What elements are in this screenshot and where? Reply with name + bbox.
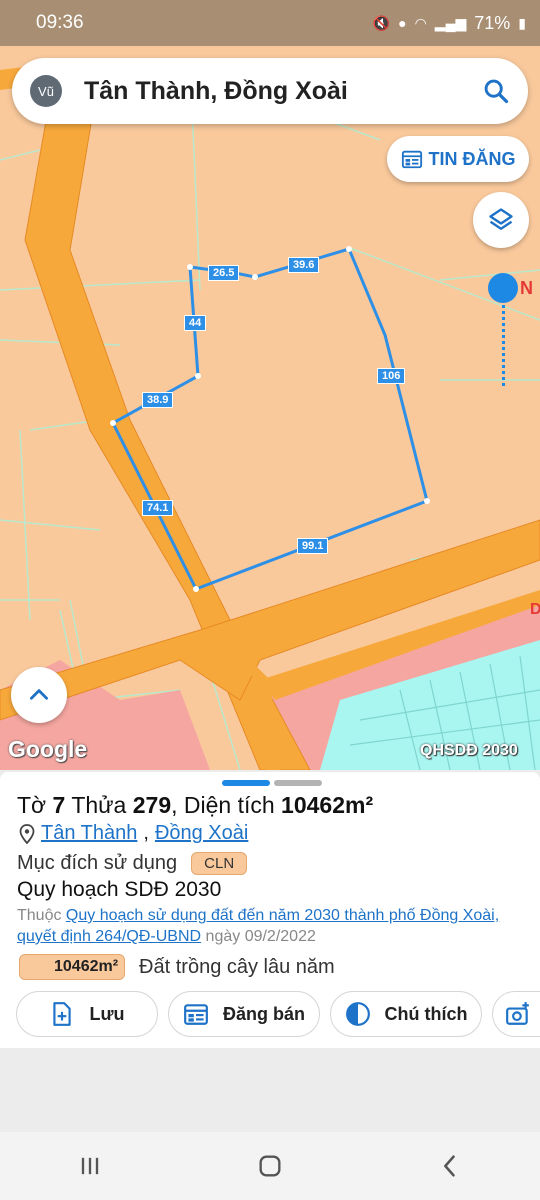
layers-button[interactable] [473,192,529,248]
status-time: 09:36 [36,12,84,33]
compass-north-label: N [520,278,533,298]
home-icon[interactable] [256,1152,284,1180]
area-badge: 10462m² [19,954,126,980]
file-add-icon [53,1002,72,1026]
search-icon[interactable] [482,77,510,105]
svg-text:D: D [530,601,540,618]
mute-icon: 🔇 [372,14,391,31]
edge-label: 99.1 [297,538,329,554]
chevron-up-icon [30,689,48,700]
back-icon[interactable] [436,1152,464,1180]
status-bar: 09:36 🔇 ● ◠ ▂▄▆ 71% ▮ [0,0,540,46]
save-button[interactable]: Lưu [16,991,158,1037]
battery-level: 71% [474,12,511,33]
parcel-info-sheet: Tờ 7 Thửa 279, Diện tích 10462m² Tân Thà… [0,772,540,1048]
city-link[interactable]: Đồng Xoài [155,822,248,845]
parcel-location: Tân Thành, Đồng Xoài [19,822,248,845]
signal-icon: ▂▄▆ [434,14,467,31]
action-bar: Lưu Đăng bán Chú thích [16,991,540,1037]
edge-label: 26.5 [208,265,240,281]
sheet-handle[interactable] [222,780,322,786]
compass-track [502,298,505,386]
layers-icon [489,208,513,230]
edge-label: 39.6 [288,257,320,273]
search-title[interactable]: Tân Thành, Đồng Xoài [84,77,482,106]
edge-label: 38.9 [142,392,174,408]
system-nav-bar [0,1132,540,1200]
calendar-icon [184,1004,208,1025]
edge-label: 106 [377,368,406,384]
post-listing-label: TIN ĐĂNG [428,148,516,169]
add-photo-icon [506,1002,529,1025]
edge-label: 44 [184,315,207,331]
plan-reference: Thuộc Quy hoạch sử dụng đất đến năm 2030… [17,907,500,945]
post-listing-button[interactable]: TIN ĐĂNG [387,136,529,182]
expand-up-button[interactable] [11,667,67,723]
sell-listing-button[interactable]: Đăng bán [168,991,320,1037]
pin-icon [19,823,35,844]
location-icon: ● [398,15,407,31]
parcel-title: Tờ 7 Thửa 279, Diện tích 10462m² [17,792,374,818]
recent-apps-icon[interactable] [76,1152,104,1180]
plan-title: Quy hoạch SDĐ 2030 [17,878,222,901]
ward-link[interactable]: Tân Thành [41,822,137,845]
edge-label: 74.1 [142,500,174,516]
add-photo-button[interactable] [492,991,540,1037]
contrast-icon [345,1002,370,1026]
legend-button[interactable]: Chú thích [330,991,482,1037]
layer-label: QHSDĐ 2030 [420,742,518,759]
battery-icon: ▮ [518,14,526,31]
calendar-icon [401,150,422,169]
area-row: 10462m² Đất trồng cây lâu năm [19,954,335,980]
land-purpose: Mục đích sử dụng CLN [17,852,248,875]
search-bar[interactable]: Vũ Tân Thành, Đồng Xoài [12,58,528,124]
land-type-description: Đất trồng cây lâu năm [139,955,335,978]
wifi-icon: ◠ [414,14,427,31]
google-logo: Google [8,736,88,762]
purpose-badge: CLN [191,852,248,875]
avatar[interactable]: Vũ [30,75,62,107]
